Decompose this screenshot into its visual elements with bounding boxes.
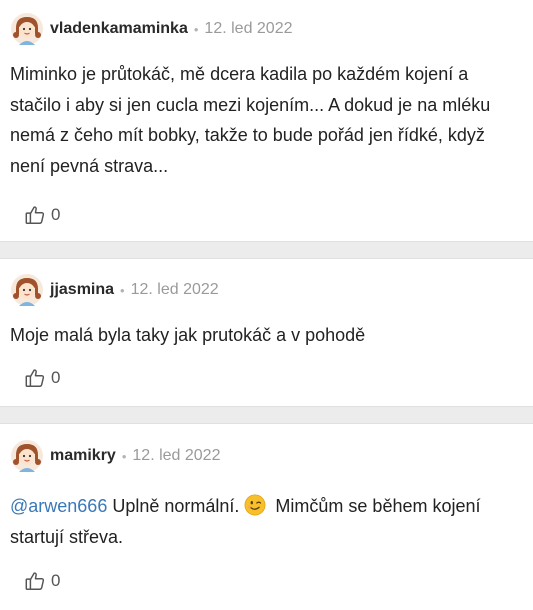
like-count: 0 (51, 205, 61, 224)
comment-text-part: Uplně normální. (107, 496, 245, 516)
separator-dot: • (193, 21, 199, 37)
like-count: 0 (51, 368, 61, 387)
avatar-girl-icon[interactable] (10, 12, 44, 46)
avatar-girl-icon[interactable] (10, 273, 44, 307)
like-count: 0 (51, 571, 61, 590)
comment-text: Miminko je průtokáč, mě dcera kadila po … (10, 64, 491, 176)
comment-item: jjasmina • 12. led 2022 Moje malá byla t… (0, 259, 533, 406)
thumbs-up-icon (25, 206, 45, 224)
username[interactable]: mamikry (50, 447, 116, 465)
like-button[interactable]: 0 (24, 367, 60, 389)
thumbs-up-icon (25, 369, 45, 387)
like-button[interactable]: 0 (24, 204, 60, 226)
comment-date: 12. led 2022 (204, 20, 293, 37)
comment-separator (0, 241, 533, 259)
comment-item: vladenkamaminka • 12. led 2022 Miminko j… (0, 0, 533, 241)
comment-text: Moje malá byla taky jak prutokáč a v poh… (10, 325, 366, 345)
separator-dot: • (121, 448, 127, 464)
thumbs-up-icon (25, 572, 45, 590)
username[interactable]: jjasmina (50, 281, 114, 299)
separator-dot: • (120, 282, 125, 298)
comment-text: @arwen666 Uplně normální. Mimčům se běhe… (10, 491, 521, 552)
comment-header: mamikry • 12. led 2022 (10, 436, 220, 476)
comment-item: mamikry • 12. led 2022 @arwen666 Uplně n… (0, 424, 533, 610)
username[interactable]: vladenkamaminka (50, 20, 188, 38)
comment-header: vladenkamaminka • 12. led 2022 (10, 9, 293, 49)
comment-date: 12. led 2022 (130, 281, 219, 298)
avatar-girl-icon[interactable] (10, 439, 44, 473)
winking-face-icon (244, 494, 266, 516)
comment-separator (0, 406, 533, 424)
like-button[interactable]: 0 (24, 570, 60, 592)
user-mention-link[interactable]: @arwen666 (10, 496, 107, 516)
comment-date: 12. led 2022 (132, 447, 221, 464)
comment-header: jjasmina • 12. led 2022 (10, 270, 219, 310)
